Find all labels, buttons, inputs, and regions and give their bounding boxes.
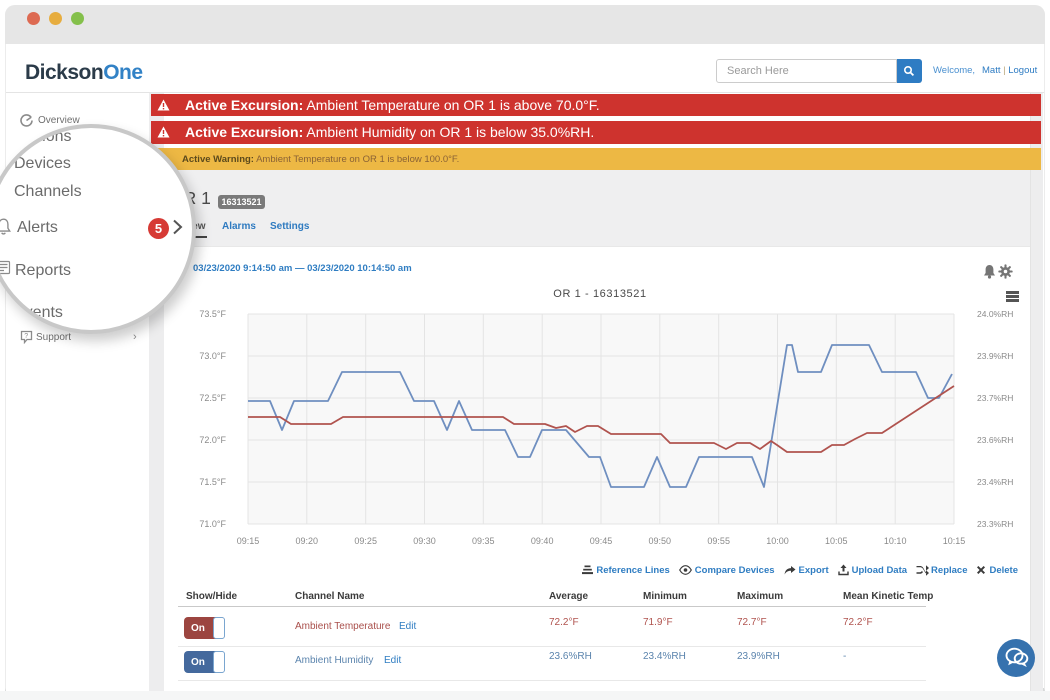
svg-text:?: ? bbox=[24, 333, 28, 340]
svg-text:10:00: 10:00 bbox=[766, 536, 789, 546]
svg-text:09:20: 09:20 bbox=[296, 536, 319, 546]
svg-text:71.0°F: 71.0°F bbox=[199, 519, 226, 529]
svg-text:23.6%RH: 23.6%RH bbox=[977, 435, 1013, 445]
svg-text:10:15: 10:15 bbox=[943, 536, 966, 546]
svg-text:23.3%RH: 23.3%RH bbox=[977, 519, 1013, 529]
svg-text:09:30: 09:30 bbox=[413, 536, 436, 546]
svg-text:09:50: 09:50 bbox=[649, 536, 672, 546]
svg-text:73.5°F: 73.5°F bbox=[199, 309, 226, 319]
svg-text:09:45: 09:45 bbox=[590, 536, 613, 546]
svg-text:09:25: 09:25 bbox=[354, 536, 377, 546]
svg-text:09:55: 09:55 bbox=[707, 536, 730, 546]
svg-text:72.0°F: 72.0°F bbox=[199, 435, 226, 445]
svg-text:72.5°F: 72.5°F bbox=[199, 393, 226, 403]
svg-text:24.0%RH: 24.0%RH bbox=[977, 309, 1013, 319]
svg-text:73.0°F: 73.0°F bbox=[199, 351, 226, 361]
svg-text:09:15: 09:15 bbox=[237, 536, 260, 546]
svg-text:23.7%RH: 23.7%RH bbox=[977, 393, 1013, 403]
svg-text:09:35: 09:35 bbox=[472, 536, 495, 546]
svg-text:10:10: 10:10 bbox=[884, 536, 907, 546]
svg-text:10:05: 10:05 bbox=[825, 536, 848, 546]
svg-text:23.9%RH: 23.9%RH bbox=[977, 351, 1013, 361]
svg-text:71.5°F: 71.5°F bbox=[199, 477, 226, 487]
svg-text:09:40: 09:40 bbox=[531, 536, 554, 546]
svg-text:23.4%RH: 23.4%RH bbox=[977, 477, 1013, 487]
